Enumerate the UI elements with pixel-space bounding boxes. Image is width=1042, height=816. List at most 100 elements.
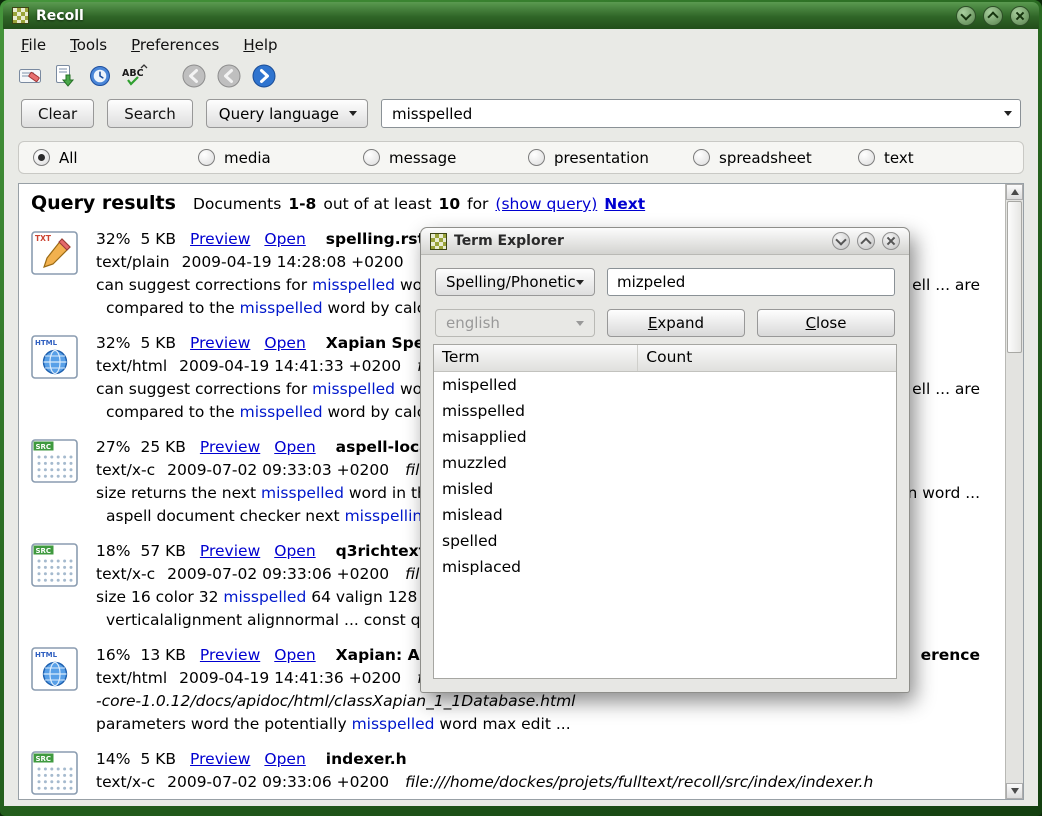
term-row[interactable]: mispelled: [434, 372, 896, 398]
previous-page-icon[interactable]: [215, 62, 243, 90]
scroll-up-button[interactable]: [1006, 184, 1023, 200]
open-link[interactable]: Open: [264, 748, 305, 771]
result-mimetype: text/x-c: [96, 563, 155, 586]
svg-text:ABC: ABC: [122, 68, 144, 79]
next-page-icon[interactable]: [250, 62, 278, 90]
abstract-right-fragment: ell ... are: [912, 274, 980, 297]
term-row[interactable]: misspelled: [434, 398, 896, 424]
source-file-icon[interactable]: SRC: [31, 748, 81, 799]
open-link[interactable]: Open: [264, 332, 305, 355]
radio-icon: [693, 149, 710, 166]
menu-help[interactable]: Help: [234, 33, 286, 57]
source-file-icon[interactable]: SRC: [31, 436, 81, 528]
triangle-down-icon: [1011, 788, 1019, 794]
html-file-icon[interactable]: HTML: [31, 644, 81, 736]
html-file-icon[interactable]: HTML: [31, 332, 81, 424]
menu-file[interactable]: File: [12, 33, 55, 57]
dialog-close-x-button[interactable]: [882, 232, 900, 250]
highlighted-term: misspelled: [261, 482, 344, 505]
term-cell: misspelled: [434, 398, 637, 424]
chevron-down-icon: [576, 321, 584, 326]
count-cell: [637, 450, 896, 476]
count-cell: [637, 554, 896, 580]
term-row[interactable]: misplaced: [434, 554, 896, 580]
result-mimetype: text/x-c: [96, 771, 155, 794]
results-scrollbar[interactable]: [1005, 184, 1023, 799]
preview-link[interactable]: Preview: [200, 644, 260, 667]
scrollbar-thumb[interactable]: [1007, 201, 1022, 353]
preview-link[interactable]: Preview: [190, 748, 250, 771]
expand-button[interactable]: Expand: [607, 309, 745, 337]
chevron-up-icon: [860, 237, 871, 248]
result-meta-line: text/x-c2009-07-02 09:33:06 +0200file://…: [96, 771, 980, 794]
query-combobox[interactable]: [381, 99, 1021, 128]
filter-presentation[interactable]: presentation: [528, 149, 693, 167]
term-row[interactable]: muzzled: [434, 450, 896, 476]
highlighted-term: misspelled: [240, 401, 323, 424]
filter-message[interactable]: message: [363, 149, 528, 167]
shade-button[interactable]: [956, 6, 976, 26]
unshade-button[interactable]: [983, 6, 1003, 26]
filter-text[interactable]: text: [858, 149, 1023, 167]
search-mode-select[interactable]: Query language: [206, 99, 368, 128]
preview-link[interactable]: Preview: [200, 436, 260, 459]
term-row[interactable]: mislead: [434, 502, 896, 528]
open-link[interactable]: Open: [274, 436, 315, 459]
clear-search-icon[interactable]: [16, 62, 44, 90]
open-link[interactable]: Open: [264, 228, 305, 251]
source-file-icon[interactable]: SRC: [31, 540, 81, 632]
close-dialog-button[interactable]: Close: [757, 309, 895, 337]
abstract-text: compared to the: [106, 297, 240, 320]
scroll-down-button[interactable]: [1006, 783, 1023, 799]
clear-button[interactable]: Clear: [21, 99, 94, 128]
terms-table-body: mispelledmisspelledmisappliedmuzzledmisl…: [434, 372, 896, 580]
open-link[interactable]: Open: [274, 644, 315, 667]
expansion-mode-select[interactable]: Spelling/Phonetic: [435, 268, 595, 296]
menu-tools[interactable]: Tools: [61, 33, 116, 57]
highlighted-term: misspelled: [312, 274, 395, 297]
menu-preferences[interactable]: Preferences: [122, 33, 228, 57]
query-input[interactable]: [381, 99, 1021, 128]
preview-link[interactable]: Preview: [200, 540, 260, 563]
open-link[interactable]: Open: [274, 540, 315, 563]
show-query-link[interactable]: (show query): [495, 195, 597, 213]
term-row[interactable]: spelled: [434, 528, 896, 554]
search-button[interactable]: Search: [107, 99, 193, 128]
result-relevance: 18%: [96, 540, 130, 563]
next-page-link[interactable]: Next: [604, 195, 645, 213]
first-page-icon[interactable]: [180, 62, 208, 90]
preview-link[interactable]: Preview: [190, 228, 250, 251]
chevron-down-icon: [349, 111, 357, 116]
search-row: Clear Search Query language: [21, 98, 1021, 129]
term-cell: mislead: [434, 502, 637, 528]
preview-link[interactable]: Preview: [190, 332, 250, 355]
result-title: indexer.h: [326, 748, 407, 771]
filter-all[interactable]: All: [33, 149, 198, 167]
dialog-shade-button[interactable]: [832, 232, 850, 250]
count-column-header[interactable]: Count: [637, 345, 896, 371]
text-file-icon[interactable]: TXT: [31, 228, 81, 320]
expansion-mode-value: Spelling/Phonetic: [446, 273, 576, 291]
svg-text:TXT: TXT: [35, 234, 52, 243]
start-query-icon[interactable]: [51, 62, 79, 90]
history-icon[interactable]: [86, 62, 114, 90]
term-row[interactable]: misapplied: [434, 424, 896, 450]
result-mimetype: text/html: [96, 667, 167, 690]
abstract-text: word by calc: [323, 401, 426, 424]
term-input[interactable]: [607, 268, 895, 296]
dialog-unshade-button[interactable]: [857, 232, 875, 250]
term-row[interactable]: misled: [434, 476, 896, 502]
filter-spreadsheet[interactable]: spreadsheet: [693, 149, 858, 167]
window-close-button[interactable]: [1010, 6, 1030, 26]
toolbar: ABC: [16, 60, 1030, 92]
count-cell: [637, 476, 896, 502]
close-icon: [1015, 11, 1025, 21]
language-select[interactable]: english: [435, 309, 595, 337]
filter-media[interactable]: media: [198, 149, 363, 167]
term-explorer-icon[interactable]: ABC: [121, 62, 149, 90]
term-column-header[interactable]: Term: [434, 345, 637, 371]
chevron-down-icon: [960, 9, 971, 20]
result-relevance: 32%: [96, 228, 130, 251]
result-size: 13 KB: [140, 644, 185, 667]
result-date: 2009-04-19 14:41:33 +0200: [179, 355, 401, 378]
